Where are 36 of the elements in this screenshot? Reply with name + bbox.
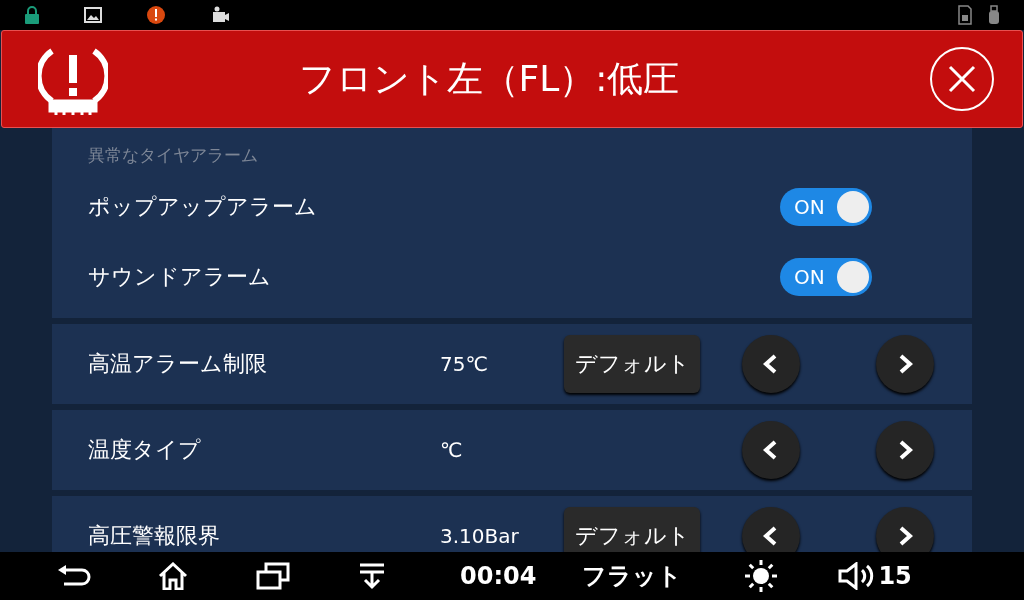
lock-icon [24,6,40,24]
toggle-switch[interactable]: ON [780,258,872,296]
camera-icon [210,6,230,24]
decrease-button[interactable] [742,335,800,393]
setting-label: ポップアップアラーム [88,193,317,221]
increase-button[interactable] [876,507,934,552]
setting-value: 3.10Bar [440,526,520,546]
usb-icon [988,5,1000,25]
download-arrow-button[interactable] [358,562,386,590]
alert-message: フロント左（FL）:低圧 [297,56,681,101]
decrease-button[interactable] [742,421,800,479]
section-heading: 異常なタイヤアラーム [88,143,259,167]
default-button[interactable]: デフォルト [564,507,700,552]
increase-button[interactable] [876,335,934,393]
brightness-icon[interactable] [744,559,779,593]
default-button[interactable]: デフォルト [564,335,700,393]
home-button[interactable] [158,562,188,590]
image-icon [84,7,102,23]
setting-label: 温度タイプ [88,439,202,461]
recent-apps-button[interactable] [256,562,290,590]
increase-button[interactable] [876,421,934,479]
clock-time: 00:04 [460,562,537,590]
setting-label: 高圧警報限界 [88,525,221,547]
setting-label: 高温アラーム制限 [88,353,268,375]
setting-value: 75℃ [440,354,489,374]
close-button[interactable] [930,47,994,111]
volume-level: 15 [878,562,912,590]
sd-card-icon [958,5,972,25]
mode-label[interactable]: フラット [582,560,683,592]
close-icon [947,64,977,94]
setting-value: ℃ [440,440,464,460]
toggle-switch[interactable]: ON [780,188,872,226]
alert-icon [146,5,166,25]
back-button[interactable] [56,564,92,588]
decrease-button[interactable] [742,507,800,552]
setting-label: サウンドアラーム [88,263,271,291]
